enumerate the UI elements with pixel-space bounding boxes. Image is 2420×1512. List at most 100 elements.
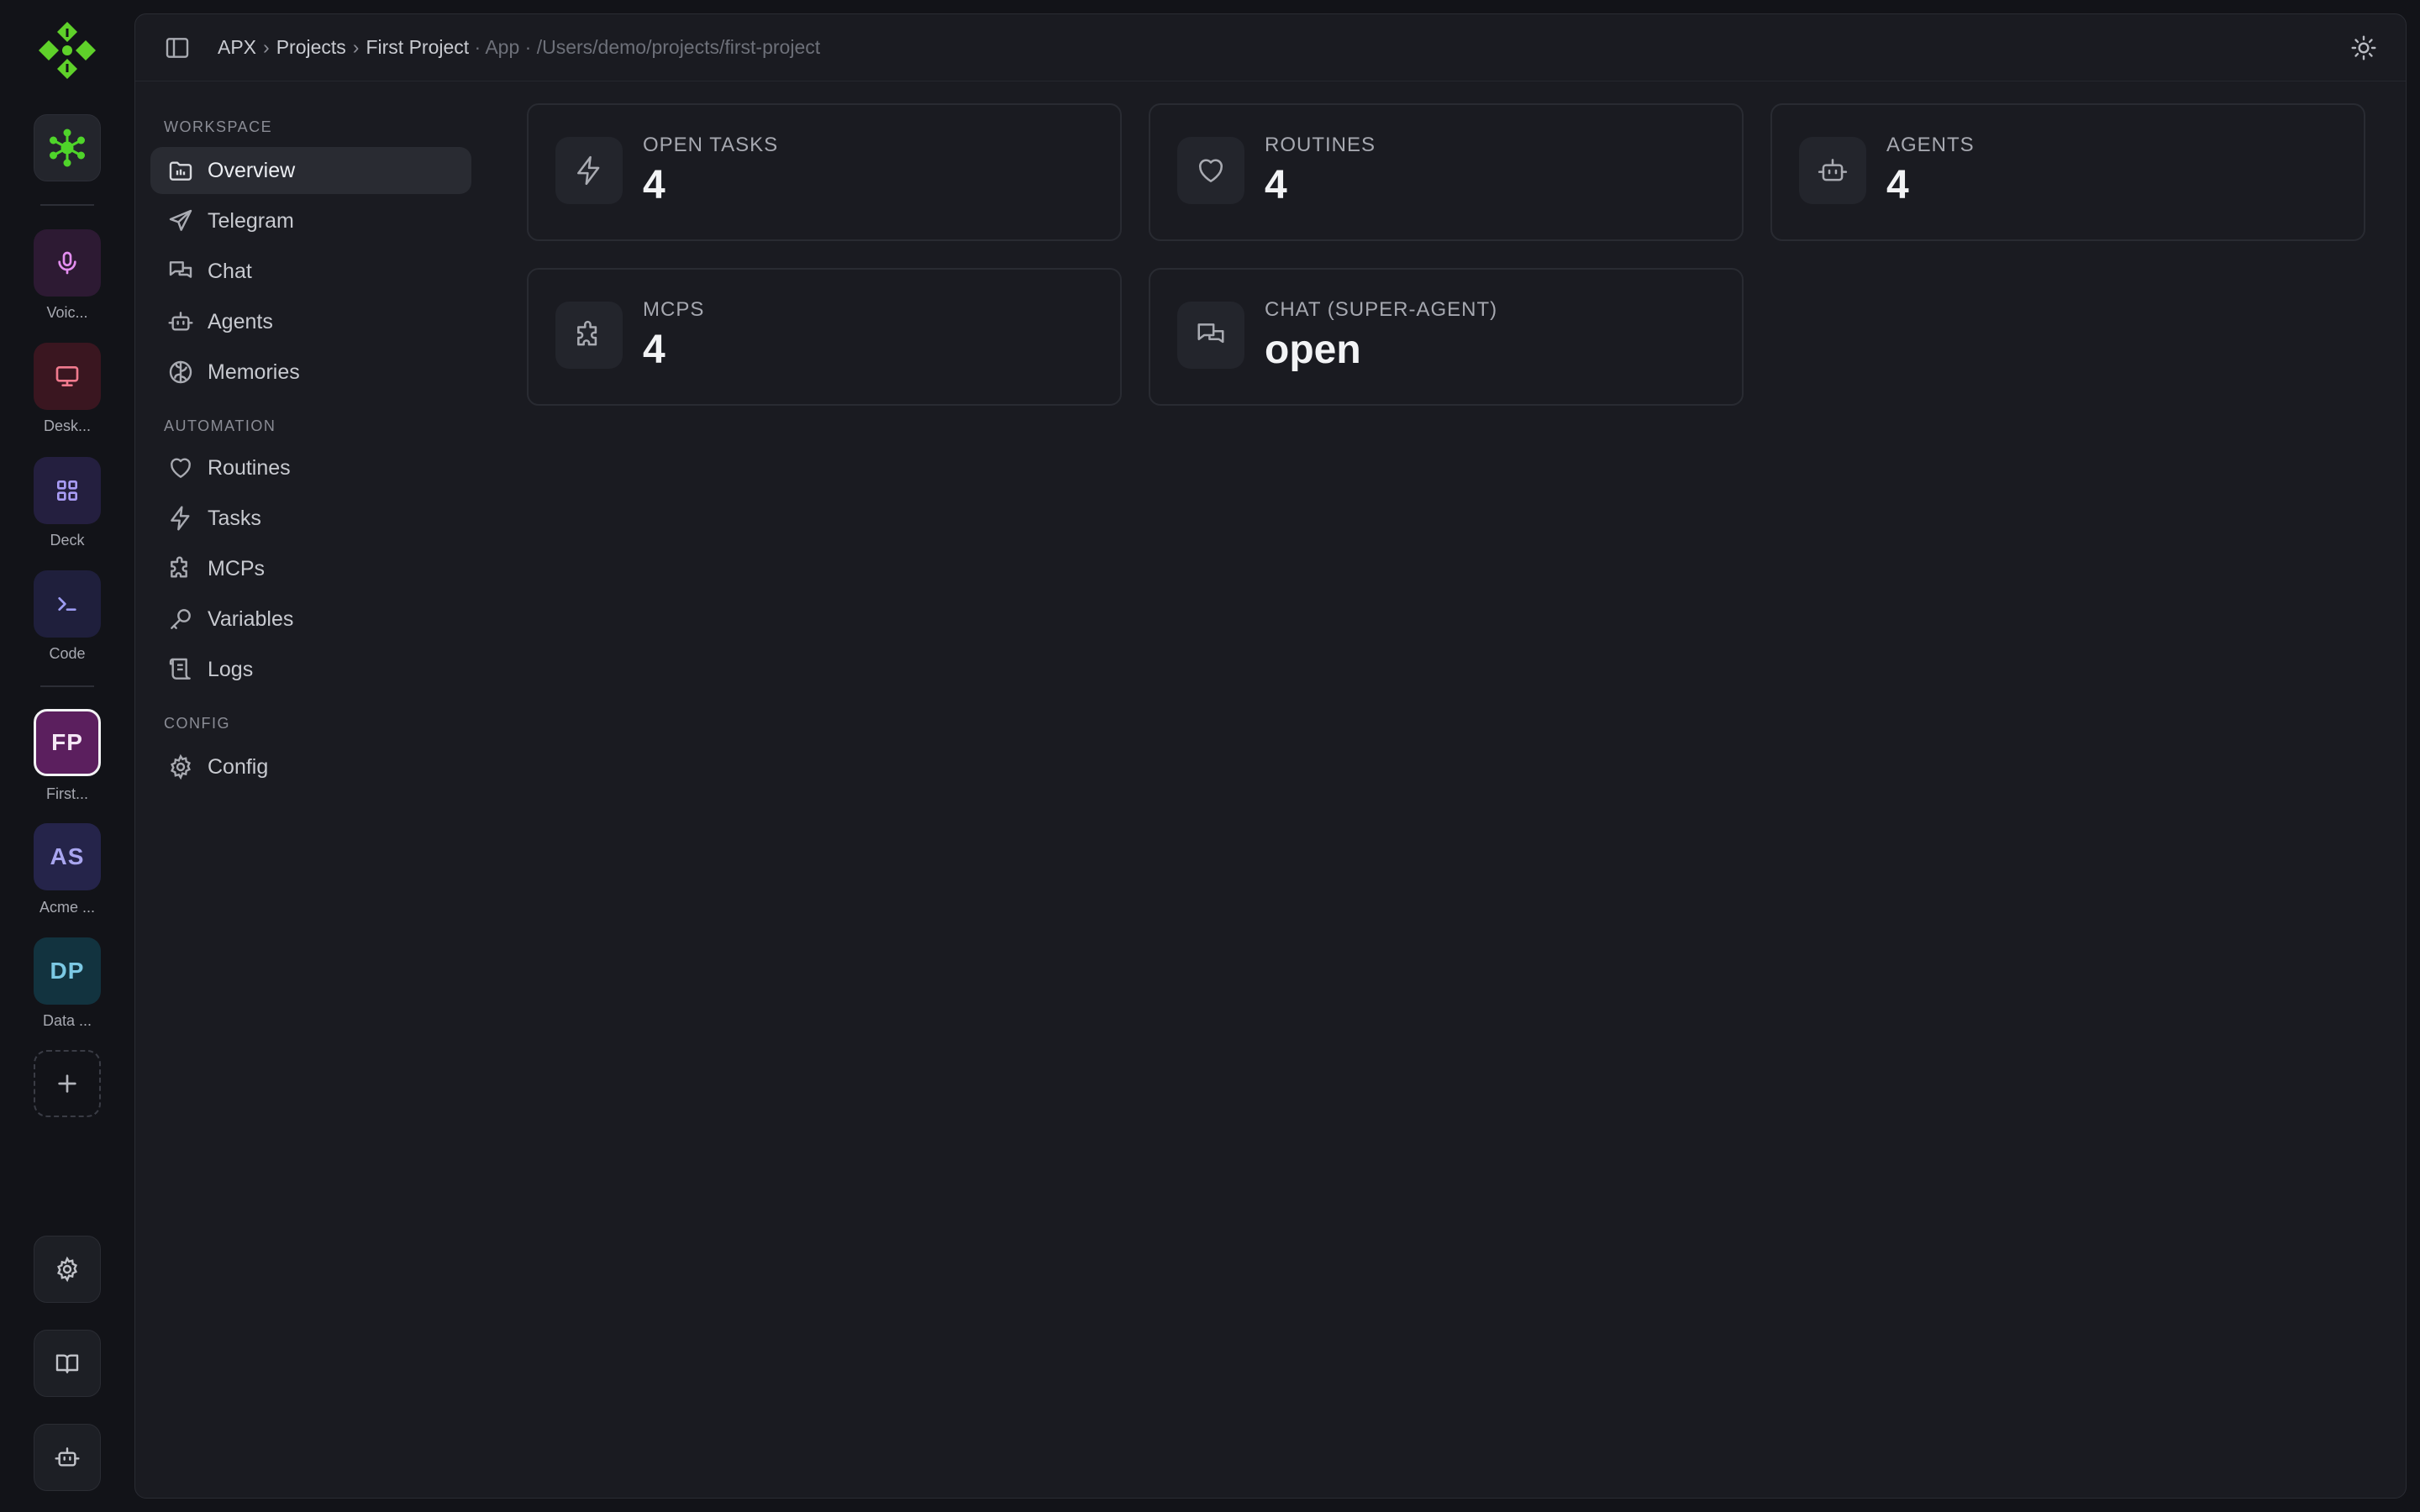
overview-icon — [169, 161, 192, 181]
card-label: ROUTINES — [1265, 134, 1376, 156]
send-icon — [169, 209, 192, 231]
card-label: CHAT (SUPER-AGENT) — [1265, 298, 1498, 321]
chat-icon — [169, 261, 192, 278]
heart-icon — [1199, 159, 1223, 182]
project-initials: FP — [51, 729, 83, 755]
nav-section-automation: AUTOMATION — [164, 417, 276, 434]
voice-app-button[interactable] — [34, 229, 101, 297]
project-data-label: Data ... — [42, 1012, 92, 1029]
nav-item-label: Chat — [208, 259, 252, 283]
nav-item-label: Telegram — [208, 208, 294, 233]
project-first-button[interactable]: FP — [34, 709, 101, 776]
card-value: 4 — [1886, 163, 1909, 207]
project-data-button[interactable]: DP — [34, 937, 101, 1005]
desktop-app-label: Desk... — [43, 417, 91, 434]
breadcrumb-project[interactable]: First Project — [366, 36, 469, 58]
card-label: OPEN TASKS — [643, 134, 779, 156]
code-app-button[interactable] — [34, 570, 101, 638]
lightning-icon — [171, 506, 190, 531]
chat-icon — [1197, 323, 1224, 344]
nav-item-label: MCPs — [208, 556, 266, 580]
rail-divider — [40, 204, 94, 206]
nav-item-routines[interactable]: Routines — [150, 444, 471, 491]
grid-icon — [57, 480, 77, 501]
settings-button[interactable] — [34, 1236, 101, 1303]
nav-item-logs[interactable]: Logs — [150, 646, 471, 693]
card-value: 4 — [643, 328, 666, 372]
nav-item-label: Memories — [208, 360, 300, 384]
add-project-button[interactable] — [34, 1050, 101, 1117]
card-icon-box — [1177, 137, 1244, 204]
gear-icon — [57, 1256, 77, 1283]
network-hub-button[interactable] — [34, 114, 101, 181]
nav-item-telegram[interactable]: Telegram — [150, 197, 471, 244]
agents-card[interactable]: AGENTS 4 — [1770, 103, 2365, 241]
nav-item-chat[interactable]: Chat — [150, 248, 471, 295]
nav-item-label: Tasks — [208, 506, 261, 530]
app-logo-icon[interactable] — [37, 20, 97, 81]
robot-icon — [1818, 159, 1848, 181]
nav-item-agents[interactable]: Agents — [150, 298, 471, 345]
project-acme-label: Acme ... — [39, 899, 95, 916]
breadcrumb-context: · App · /Users/demo/projects/first-proje… — [474, 36, 821, 58]
agent-button[interactable] — [34, 1424, 101, 1491]
nav-item-label: Config — [208, 754, 269, 779]
nav-item-overview[interactable]: Overview — [150, 147, 471, 194]
puzzle-icon — [171, 556, 187, 578]
nav-item-memories[interactable]: Memories — [150, 349, 471, 396]
nav-item-label: Logs — [208, 657, 254, 681]
nav-item-variables[interactable]: Variables — [150, 596, 471, 643]
card-icon-box — [1799, 137, 1866, 204]
chat-super-agent-card[interactable]: CHAT (SUPER-AGENT) open — [1149, 268, 1744, 406]
mcps-card[interactable]: MCPS 4 — [527, 268, 1122, 406]
nav-item-label: Overview — [208, 158, 296, 182]
nav-item-label: Variables — [208, 606, 294, 631]
project-acme-button[interactable]: AS — [34, 823, 101, 890]
desktop-app-button[interactable] — [34, 343, 101, 410]
sun-icon[interactable] — [2350, 34, 2377, 61]
network-icon — [50, 129, 85, 167]
project-initials: AS — [50, 843, 85, 869]
docs-button[interactable] — [34, 1330, 101, 1397]
breadcrumb-root[interactable]: APX — [218, 36, 256, 58]
breadcrumb-projects[interactable]: Projects — [276, 36, 346, 58]
card-icon-box — [1177, 302, 1244, 369]
card-label: MCPS — [643, 298, 705, 321]
nav-item-config[interactable]: Config — [150, 743, 471, 790]
key-icon — [171, 609, 191, 629]
top-bar: APX › Projects › First Project · App · /User… — [135, 14, 2406, 81]
code-app-label: Code — [49, 645, 86, 662]
card-value: 4 — [643, 163, 666, 207]
voice-app-label: Voic... — [46, 304, 88, 321]
terminal-icon — [58, 597, 76, 611]
nav-section-workspace: WORKSPACE — [164, 118, 273, 135]
book-icon — [55, 1354, 79, 1373]
nav-item-label: Routines — [208, 455, 291, 480]
scroll-icon — [169, 658, 191, 680]
card-icon-box — [555, 137, 623, 204]
main-panel: APX › Projects › First Project · App · /User… — [134, 13, 2407, 1499]
breadcrumb: APX › Projects › First Project · App · /User… — [218, 36, 821, 58]
heart-icon — [171, 458, 191, 478]
deck-app-label: Deck — [50, 532, 85, 549]
plus-icon — [58, 1074, 76, 1093]
puzzle-icon — [577, 320, 597, 346]
rail-divider — [40, 685, 94, 687]
card-value: open — [1265, 328, 1361, 372]
nav-item-mcps[interactable]: MCPs — [150, 545, 471, 592]
app-rail: Voic... Desk... Deck Code FP First... AS… — [0, 0, 134, 1512]
nav-section-config: CONFIG — [164, 715, 230, 732]
project-initials: DP — [50, 958, 85, 984]
card-label: AGENTS — [1886, 134, 1975, 156]
nav-item-label: Agents — [208, 309, 273, 333]
microphone-icon — [58, 251, 76, 275]
open-tasks-card[interactable]: OPEN TASKS 4 — [527, 103, 1122, 241]
robot-icon — [168, 312, 193, 331]
routines-card[interactable]: ROUTINES 4 — [1149, 103, 1744, 241]
card-icon-box — [555, 302, 623, 369]
sidebar-toggle-icon[interactable] — [164, 34, 191, 61]
card-value: 4 — [1265, 163, 1287, 207]
robot-icon — [55, 1447, 80, 1467]
nav-item-tasks[interactable]: Tasks — [150, 495, 471, 542]
deck-app-button[interactable] — [34, 457, 101, 524]
